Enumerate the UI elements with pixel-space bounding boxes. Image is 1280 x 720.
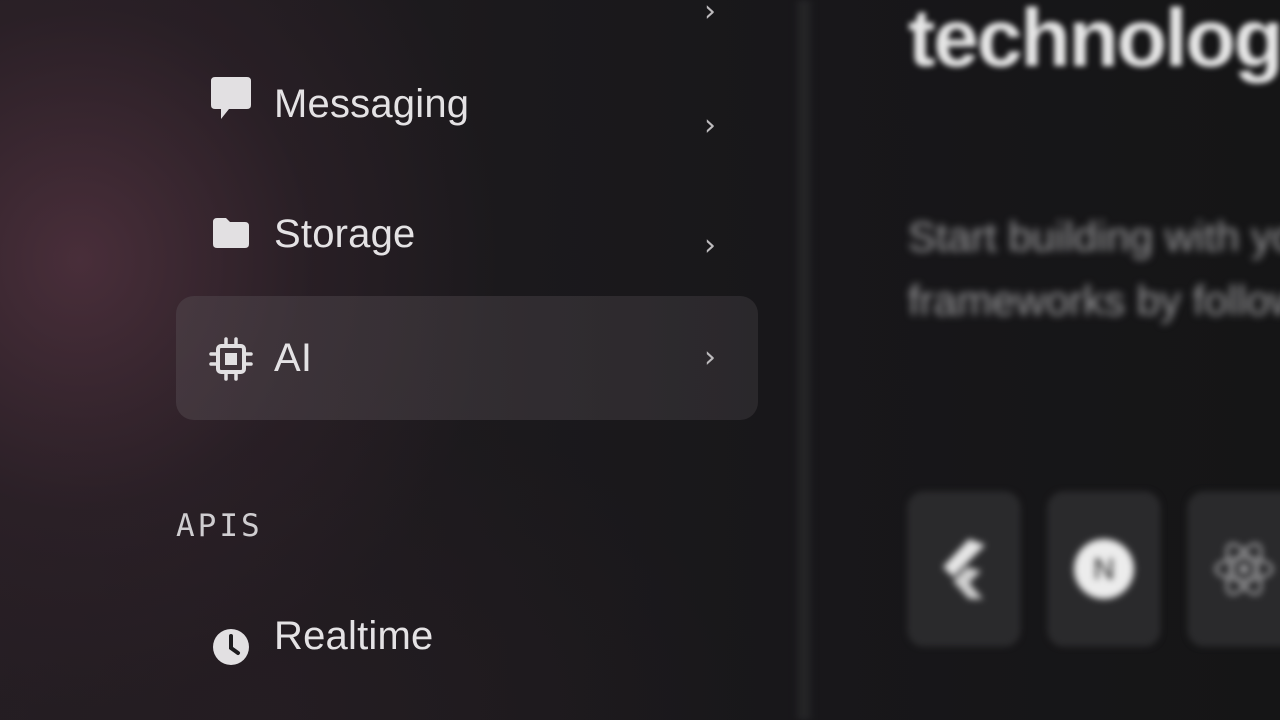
- sidebar-item-label: Realtime: [274, 614, 434, 658]
- chevron-right-icon: ›: [704, 0, 716, 29]
- clock-icon: [208, 624, 254, 670]
- page-title: technologie: [908, 0, 1280, 84]
- sidebar-item-ai[interactable]: AI ›: [176, 296, 758, 420]
- chip-icon: [208, 336, 254, 382]
- sidebar-divider: [795, 0, 813, 720]
- sidebar-item-label: AI: [274, 336, 313, 380]
- sidebar-item-storage[interactable]: Storage ›: [176, 172, 758, 296]
- flutter-icon: [943, 539, 985, 599]
- chat-bubble-icon: [208, 76, 254, 122]
- section-heading-apis: APIS: [176, 508, 263, 544]
- framework-card-nextjs[interactable]: N: [1048, 492, 1160, 646]
- description-line: Start building with you: [908, 213, 1280, 260]
- nextjs-icon: N: [1074, 539, 1134, 599]
- framework-card-react[interactable]: [1188, 492, 1280, 646]
- chevron-right-icon: ›: [704, 108, 716, 143]
- svg-text:N: N: [1093, 553, 1115, 586]
- chevron-right-icon: ›: [704, 340, 716, 375]
- sidebar-item-messaging[interactable]: Messaging ›: [176, 44, 758, 168]
- main-content: technologie Start building with you fram…: [820, 0, 1280, 720]
- sidebar-item-label: Messaging: [274, 82, 470, 126]
- sidebar-nav: › Messaging › Storage › AI › APIS Realti…: [0, 0, 800, 720]
- chevron-right-icon: ›: [704, 228, 716, 263]
- description-line: frameworks by followi: [908, 277, 1280, 324]
- page-description: Start building with you frameworks by fo…: [908, 205, 1280, 333]
- sidebar-item-realtime[interactable]: Realtime: [176, 576, 758, 700]
- app-screen: › Messaging › Storage › AI › APIS Realti…: [0, 0, 1280, 720]
- framework-card-flutter[interactable]: [908, 492, 1020, 646]
- sidebar-item-label: Storage: [274, 212, 416, 256]
- framework-list: N: [908, 492, 1280, 646]
- folder-icon: [208, 210, 254, 256]
- react-icon: [1214, 542, 1274, 596]
